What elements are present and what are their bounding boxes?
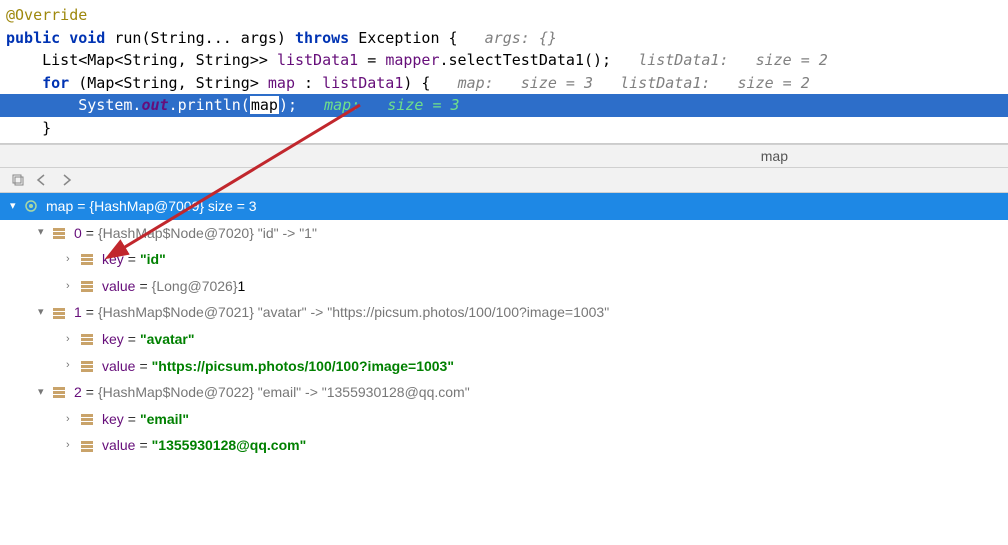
tree-node-name: key (102, 246, 124, 273)
code-line: public void run(String... args) throws E… (0, 27, 1008, 50)
tree-root[interactable]: ▾ map = {HashMap@7009} size = 3 (0, 193, 1008, 220)
chevron-right-icon[interactable]: › (66, 249, 80, 270)
chevron-right-icon[interactable]: › (66, 355, 80, 376)
arrow-left-icon[interactable] (34, 172, 50, 188)
object-icon (80, 279, 98, 293)
debug-variable-bar: map (0, 144, 1008, 168)
object-icon (80, 439, 98, 453)
variables-tree[interactable]: ▾ map = {HashMap@7009} size = 3 ▾ 0 = {H… (0, 193, 1008, 459)
tree-node-name: value (102, 353, 135, 380)
tree-node-value: 1 (238, 273, 246, 300)
tree-node-value: "https://picsum.photos/100/100?image=100… (152, 353, 454, 380)
tree-node[interactable]: ▾ 0 = {HashMap$Node@7020} "id" -> "1" (0, 220, 1008, 247)
chevron-right-icon[interactable]: › (66, 435, 80, 456)
tree-node[interactable]: › value = "https://picsum.photos/100/100… (0, 353, 1008, 380)
tree-node[interactable]: › value = "1355930128@qq.com" (0, 432, 1008, 459)
tree-node[interactable]: › key = "email" (0, 406, 1008, 433)
code-line: } (0, 117, 1008, 140)
code-editor[interactable]: @Override public void run(String... args… (0, 0, 1008, 144)
object-icon (52, 226, 70, 240)
tree-node-value: "avatar" (140, 326, 195, 353)
tree-node-name: key (102, 326, 124, 353)
inlay-hint: args: {} (485, 29, 557, 47)
arrow-right-icon[interactable] (58, 172, 74, 188)
tree-node[interactable]: › key = "id" (0, 246, 1008, 273)
inlay-hint: map: size = 3 (324, 96, 459, 114)
debug-toolbar (0, 168, 1008, 193)
tree-node-name: map (46, 193, 73, 220)
tree-node-value: "email" (140, 406, 189, 433)
chevron-down-icon[interactable]: ▾ (38, 302, 52, 323)
object-icon (80, 359, 98, 373)
code-line: List<Map<String, String>> listData1 = ma… (0, 49, 1008, 72)
selected-variable: map (250, 96, 279, 114)
tree-node-name: value (102, 432, 135, 459)
chevron-right-icon[interactable]: › (66, 329, 80, 350)
code-line: @Override (0, 4, 1008, 27)
object-icon (80, 412, 98, 426)
tree-node-value: {HashMap$Node@7022} "email" -> "13559301… (98, 379, 470, 406)
tree-node-name: 2 (74, 379, 82, 406)
annotation-override: @Override (6, 6, 87, 24)
object-icon (52, 306, 70, 320)
chevron-right-icon[interactable]: › (66, 276, 80, 297)
tree-node-value: {HashMap@7009} size = 3 (89, 193, 256, 220)
tree-node-value: {HashMap$Node@7020} "id" -> "1" (98, 220, 317, 247)
code-line-current: System.out.println(map); map: size = 3 (0, 94, 1008, 117)
watch-icon (24, 199, 42, 213)
chevron-right-icon[interactable]: › (66, 409, 80, 430)
tree-node[interactable]: › value = {Long@7026} 1 (0, 273, 1008, 300)
tree-node-name: key (102, 406, 124, 433)
chevron-down-icon[interactable]: ▾ (38, 222, 52, 243)
object-icon (52, 385, 70, 399)
tree-node-value: "1355930128@qq.com" (152, 432, 307, 459)
chevron-down-icon[interactable]: ▾ (38, 382, 52, 403)
object-icon (80, 252, 98, 266)
object-icon (80, 332, 98, 346)
inlay-hint: map: size = 3 listData1: size = 2 (458, 74, 810, 92)
debug-variable-label: map (761, 148, 788, 164)
tree-node[interactable]: ▾ 1 = {HashMap$Node@7021} "avatar" -> "h… (0, 299, 1008, 326)
tree-node-name: value (102, 273, 135, 300)
tree-node[interactable]: › key = "avatar" (0, 326, 1008, 353)
code-line: for (Map<String, String> map : listData1… (0, 72, 1008, 95)
tree-node-name: 1 (74, 299, 82, 326)
tree-node[interactable]: ▾ 2 = {HashMap$Node@7022} "email" -> "13… (0, 379, 1008, 406)
chevron-down-icon[interactable]: ▾ (10, 196, 24, 217)
tree-node-value: {HashMap$Node@7021} "avatar" -> "https:/… (98, 299, 609, 326)
tree-node-value: "id" (140, 246, 166, 273)
copy-icon[interactable] (10, 172, 26, 188)
tree-node-name: 0 (74, 220, 82, 247)
inlay-hint: listData1: size = 2 (638, 51, 828, 69)
